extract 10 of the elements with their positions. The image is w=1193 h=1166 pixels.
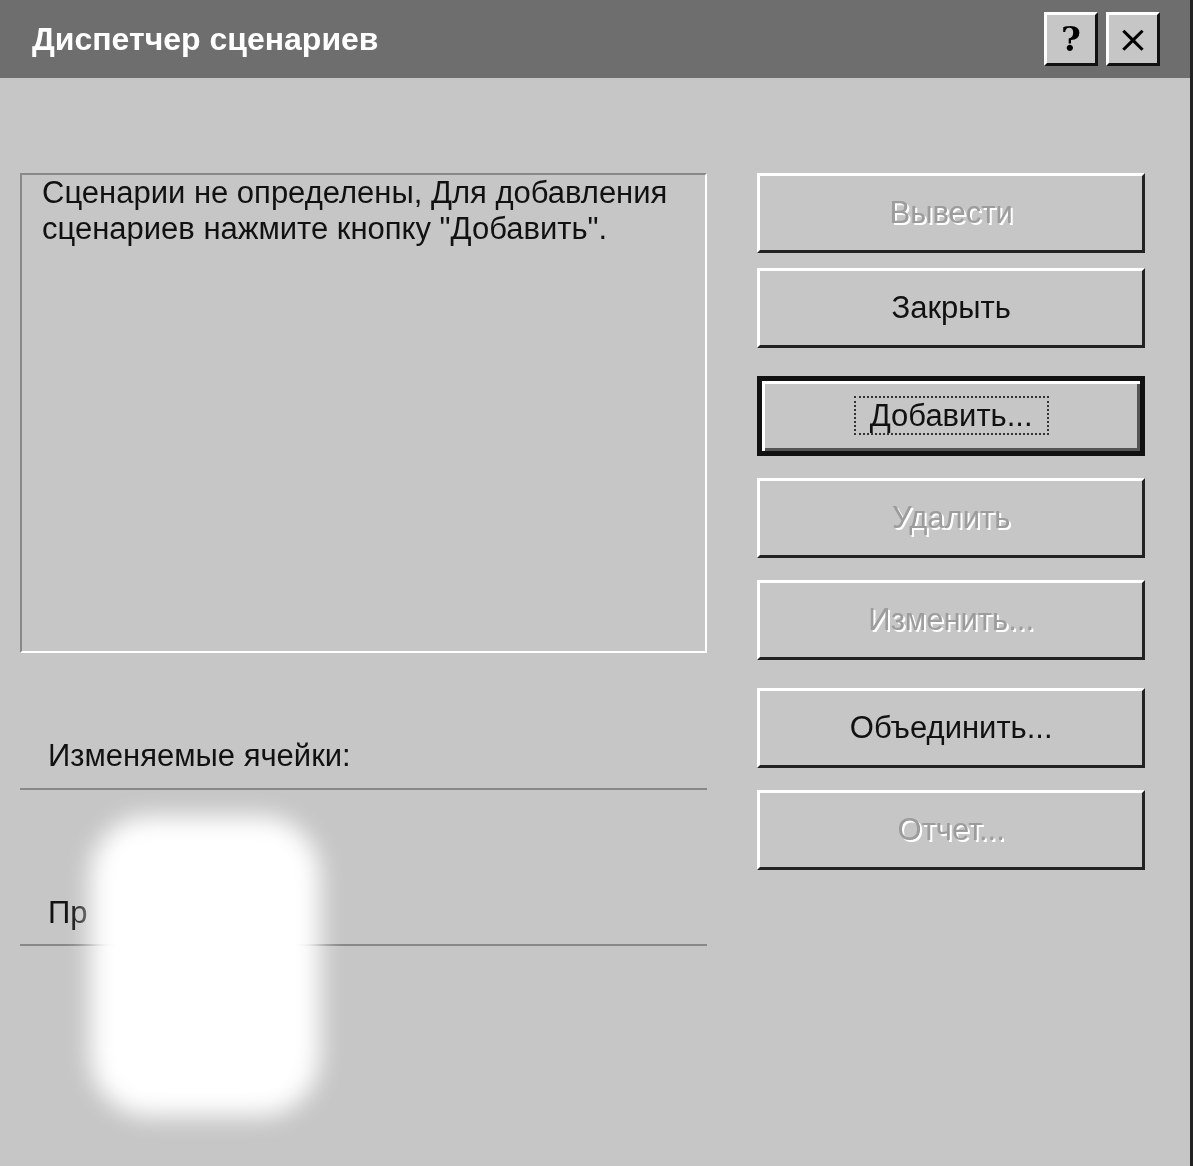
dialog-button[interactable]: Добавить... [757,376,1145,456]
window-title: Диспетчер сценариев [32,20,379,59]
close-button[interactable]: × [1106,12,1160,66]
dialog-button[interactable]: Закрыть [757,268,1145,348]
help-button[interactable]: ? [1044,12,1098,66]
dialog-button[interactable]: Объединить... [757,688,1145,768]
comment-label: Пр [47,893,88,932]
changing-cells-label: Изменяемые ячейки: [47,737,352,775]
empty-message: Сценарии не определены, Для добавления сценариев нажмите кнопку "Добавить". [42,175,669,247]
scenario-list[interactable]: Сценарии не определены, Для добавления сценариев нажмите кнопку "Добавить". [20,173,708,653]
